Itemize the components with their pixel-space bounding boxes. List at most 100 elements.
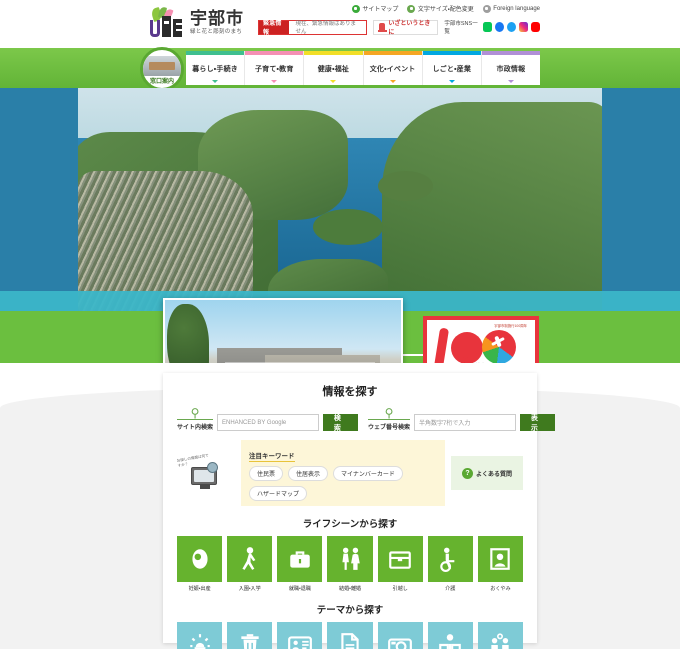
facebook-icon[interactable] (494, 22, 504, 32)
hero-slideshow[interactable]: II12345 (163, 298, 403, 363)
faq-button[interactable]: ? よくある質問 (451, 456, 523, 490)
couple-icon (327, 536, 373, 582)
faq-label: よくある質問 (475, 471, 512, 478)
chevron-down-icon (507, 80, 514, 83)
site-logo[interactable]: 宇部市 緑と花と彫刻のまち (150, 6, 244, 38)
consultation-icon (477, 622, 523, 649)
theme-item-0[interactable]: 病気・けが (177, 622, 223, 649)
emergency-label: 緊急情報 (259, 20, 290, 36)
life_scene-item-4[interactable]: 引越し (377, 536, 423, 592)
life_scene-item-3[interactable]: 結婚・離婚 (327, 536, 373, 592)
keyword-tag[interactable]: ハザードマップ (249, 486, 308, 501)
keyword-row: お探しの情報は何ですか？ 注目キーワード 住民票 住居表示 マイナンバーカードハザー… (176, 440, 523, 506)
life_scene-item-5[interactable]: 介護 (427, 536, 473, 592)
nav-item-label: しごと・産業 (432, 66, 472, 73)
theme-item-5[interactable]: 補助金・助成金 (427, 622, 473, 649)
chevron-down-icon (271, 80, 278, 83)
alarm-icon (377, 23, 388, 32)
counter-photo-icon (143, 56, 181, 76)
nav-item-4[interactable]: しごと・産業 (422, 51, 482, 85)
life_scene-item-6[interactable]: おくやみ (477, 536, 523, 592)
theme-title: テーマから探す (316, 605, 384, 616)
nav-item-list: 暮らし・手続き 子育て・教育 健康・福祉 文化・イベント しごと・産業 市政情報 (186, 51, 541, 85)
assistant-computer-icon: お探しの情報は何ですか？ (176, 453, 235, 490)
nav-item-1[interactable]: 子育て・教育 (245, 51, 305, 85)
theme-item-2[interactable]: マイナンバー (277, 622, 323, 649)
nav-item-3[interactable]: 文化・イベント (363, 51, 423, 85)
nav-item-0[interactable]: 暮らし・手続き (186, 51, 246, 85)
instagram-icon[interactable] (518, 22, 528, 32)
globe-icon (482, 4, 491, 13)
utility-label: Foreign language (493, 5, 540, 12)
trash-bin-icon (227, 622, 273, 649)
text-size-icon (407, 4, 416, 13)
briefcase-icon (277, 536, 323, 582)
life_scene-item-1[interactable]: 入園・入学 (227, 536, 273, 592)
nav-item-label: 市政情報 (496, 66, 526, 73)
main-content-area: 情報を探す ⚲ サイト内検索 ENHANCED BY Google 検索 ⚲ ウ… (0, 363, 680, 649)
life_scene-label: 介護 (445, 586, 456, 592)
utility-link-language[interactable]: Foreign language (482, 4, 540, 13)
web-number-search-input[interactable]: 半角数字7桁で入力 (414, 414, 516, 431)
theme-item-6[interactable]: 相談窓口 (477, 622, 523, 649)
site-search-button[interactable]: 検索 (322, 414, 359, 432)
twitter-icon[interactable] (506, 22, 516, 32)
web-number-search-button[interactable]: 表示 (519, 414, 556, 432)
nav-color-bar (422, 51, 481, 55)
nav-item-2[interactable]: 健康・福祉 (304, 51, 364, 85)
logo-mark-icon (150, 6, 186, 38)
chevron-down-icon (212, 80, 219, 83)
nav-item-counter-guide[interactable]: 窓口案内 (140, 47, 184, 91)
utility-label: サイトマップ (362, 7, 399, 13)
utility-links: サイトマップ 文字サイズ・配色変更 Foreign language (351, 4, 540, 13)
keyword-tag[interactable]: 住居表示 (288, 466, 329, 481)
pregnancy-icon (177, 536, 223, 582)
search-icon: ⚲ (190, 406, 200, 420)
keyword-tag[interactable]: マイナンバーカード (333, 466, 403, 481)
utility-link-sitemap[interactable]: サイトマップ (351, 4, 399, 13)
line-icon[interactable] (482, 22, 492, 32)
life-scene-grid: 妊娠・出産 入園・入学 就職・退職 結婚・離婚 引越し 介護 おくやみ (177, 536, 523, 592)
life_scene-label: 就職・退職 (288, 586, 311, 592)
emergency-guide-button[interactable]: いざというときに (372, 19, 439, 36)
logo-name: 宇部市 (190, 9, 244, 29)
keyword-tag-list: 住民票 住居表示 マイナンバーカードハザードマップ (249, 466, 437, 501)
youtube-icon[interactable] (530, 22, 541, 32)
life_scene-label: 結婚・離婚 (338, 586, 361, 592)
popular-keywords-box: 注目キーワード 住民票 住居表示 マイナンバーカードハザードマップ (241, 440, 445, 506)
life_scene-label: 引越し (392, 586, 408, 592)
anniversary-banner[interactable]: 宇部市制施行100周年 宇部市制施行100周年 100th ANNIVERSAR… (423, 316, 539, 363)
slide-image (165, 300, 401, 363)
sitemap-icon (351, 4, 360, 13)
memorial-portrait-icon (477, 536, 523, 582)
nav-color-bar (304, 51, 363, 55)
nav-item-label: 健康・福祉 (317, 66, 350, 73)
theme-item-4[interactable]: ふるさと納税 (377, 622, 423, 649)
site-search-input[interactable]: ENHANCED BY Google (217, 414, 319, 431)
emergency-guide-label: いざというときに (388, 21, 431, 36)
theme-item-3[interactable]: オンラインサービス (327, 622, 373, 649)
utility-link-textsize[interactable]: 文字サイズ・配色変更 (407, 4, 474, 13)
hero-section: II12345 宇部市制施行100周年 宇部市制施行100周年 100th AN… (0, 88, 680, 363)
reading-person-icon (427, 622, 473, 649)
nav-item-5[interactable]: 市政情報 (481, 51, 541, 85)
search-row: ⚲ サイト内検索 ENHANCED BY Google 検索 ⚲ ウェブ番号検索… (177, 406, 556, 432)
life_scene-item-0[interactable]: 妊娠・出産 (177, 536, 223, 592)
life_scene-label: 妊娠・出産 (188, 586, 211, 592)
life_scene-label: おくやみ (490, 586, 511, 592)
nav-home-label: 窓口案内 (149, 79, 174, 85)
emergency-info-bar[interactable]: 緊急情報 現在、緊急情報はありません (258, 19, 367, 36)
theme-grid: 病気・けがごみ・リサイクルマイナンバーオンラインサービスふるさと納税補助金・助成… (177, 622, 523, 649)
child-walking-icon (227, 536, 273, 582)
life_scene-item-2[interactable]: 就職・退職 (277, 536, 323, 592)
keyword-tag[interactable]: 住民票 (249, 466, 284, 481)
document-icon (327, 622, 373, 649)
sns-label: 宇部市SNS一覧 (444, 21, 478, 35)
web-number-search-block: ⚲ ウェブ番号検索 半角数字7桁で入力 表示 (368, 407, 556, 432)
keywords-title: 注目キーワード (249, 450, 295, 462)
nav-color-bar (245, 51, 304, 55)
life-scene-title: ライフシーンから探す (302, 519, 398, 530)
site-search-label: サイト内検索 (177, 419, 214, 431)
search-panel-title: 情報を探す (322, 386, 378, 398)
theme-item-1[interactable]: ごみ・リサイクル (227, 622, 273, 649)
